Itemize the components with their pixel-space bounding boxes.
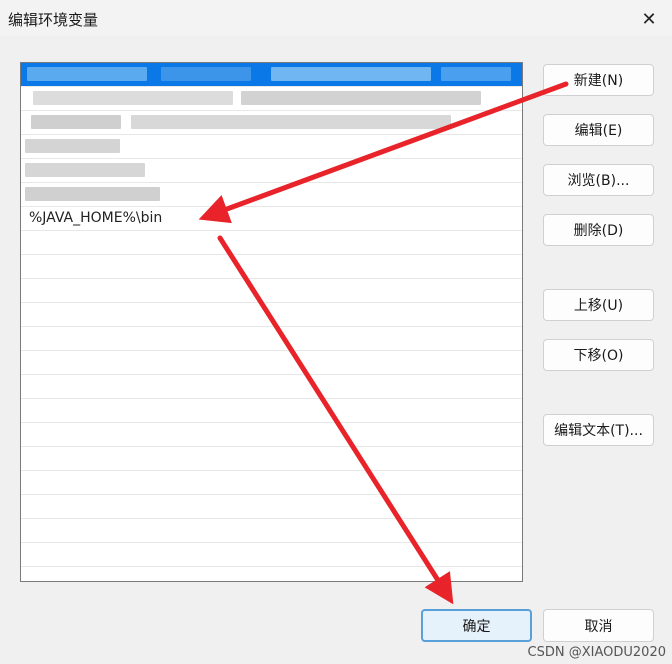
list-item-blurred[interactable] xyxy=(21,111,522,135)
list-item-empty[interactable] xyxy=(21,471,522,495)
move-down-button[interactable]: 下移(O) xyxy=(543,339,654,371)
move-up-button[interactable]: 上移(U) xyxy=(543,289,654,321)
blurred-text xyxy=(27,67,147,81)
list-item-empty[interactable] xyxy=(21,279,522,303)
list-item-empty[interactable] xyxy=(21,423,522,447)
close-icon[interactable]: ✕ xyxy=(638,8,660,30)
ok-button[interactable]: 确定 xyxy=(421,609,532,642)
blurred-text xyxy=(131,115,451,129)
blurred-text xyxy=(25,139,120,153)
blurred-text xyxy=(25,187,160,201)
window-title: 编辑环境变量 xyxy=(8,11,99,29)
edit-text-button[interactable]: 编辑文本(T)... xyxy=(543,414,654,446)
list-item-empty[interactable] xyxy=(21,375,522,399)
edit-button[interactable]: 编辑(E) xyxy=(543,114,654,146)
list-item-empty[interactable] xyxy=(21,519,522,543)
list-item-empty[interactable] xyxy=(21,303,522,327)
delete-button[interactable]: 删除(D) xyxy=(543,214,654,246)
list-item-empty[interactable] xyxy=(21,447,522,471)
cancel-button[interactable]: 取消 xyxy=(543,609,654,642)
list-item-empty[interactable] xyxy=(21,255,522,279)
blurred-text xyxy=(33,91,233,105)
title-bar: 编辑环境变量 ✕ xyxy=(0,0,672,36)
blurred-text xyxy=(241,91,481,105)
list-item-empty[interactable] xyxy=(21,351,522,375)
list-item-blurred[interactable] xyxy=(21,183,522,207)
blurred-text xyxy=(441,67,511,81)
blurred-text xyxy=(161,67,251,81)
watermark: CSDN @XIAODU2020 xyxy=(527,645,666,660)
blurred-text xyxy=(31,115,121,129)
list-item-empty[interactable] xyxy=(21,399,522,423)
browse-button[interactable]: 浏览(B)... xyxy=(543,164,654,196)
list-item-blurred-selected[interactable] xyxy=(21,63,522,87)
path-list[interactable]: %JAVA_HOME%\bin xyxy=(20,62,523,582)
blurred-text xyxy=(25,163,145,177)
list-item-empty[interactable] xyxy=(21,543,522,567)
list-item-label: %JAVA_HOME%\bin xyxy=(29,210,163,226)
list-item-empty[interactable] xyxy=(21,231,522,255)
blurred-text xyxy=(271,67,431,81)
list-item-empty[interactable] xyxy=(21,495,522,519)
list-item-blurred[interactable] xyxy=(21,159,522,183)
list-item-java-home-bin[interactable]: %JAVA_HOME%\bin xyxy=(21,207,522,231)
new-button[interactable]: 新建(N) xyxy=(543,64,654,96)
list-item-blurred[interactable] xyxy=(21,135,522,159)
list-item-blurred[interactable] xyxy=(21,87,522,111)
list-item-empty[interactable] xyxy=(21,327,522,351)
